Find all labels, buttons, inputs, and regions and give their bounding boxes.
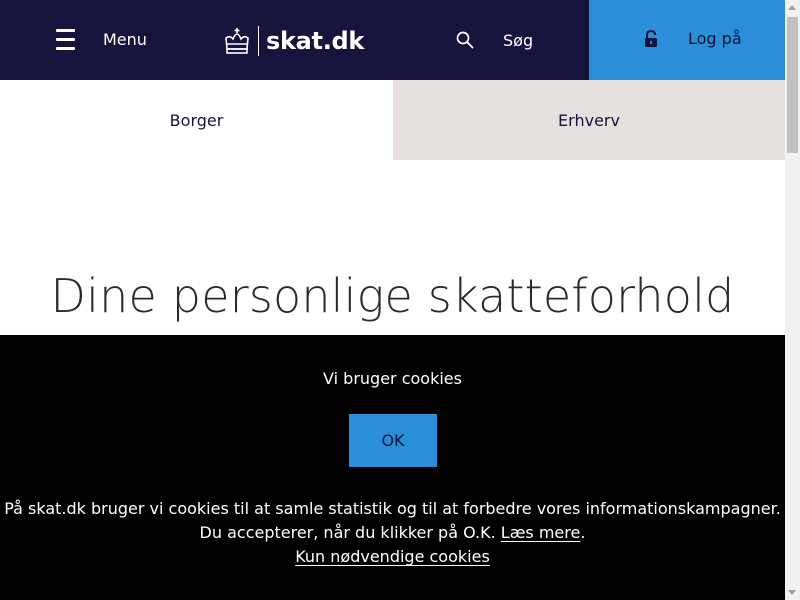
scroll-down-arrow-icon[interactable]	[788, 590, 796, 595]
search-label: Søg	[503, 30, 534, 50]
vertical-scrollbar[interactable]	[785, 0, 800, 600]
page-title: Dine personlige skatteforhold	[50, 268, 735, 323]
tab-borger-label: Borger	[169, 110, 224, 130]
crown-icon	[225, 28, 249, 54]
logo-text: skat.dk	[266, 27, 365, 55]
logo-divider	[258, 26, 259, 56]
necessary-cookies-link[interactable]: Kun nødvendige cookies	[295, 547, 490, 566]
tab-borger[interactable]: Borger	[0, 80, 393, 160]
search-button[interactable]: Søg	[456, 28, 533, 52]
cookie-text-line2-prefix: Du accepterer, når du klikker på O.K.	[199, 523, 501, 542]
site-header: Menu skat.dk Søg Log på	[0, 0, 785, 80]
lock-icon	[645, 30, 657, 47]
search-icon	[456, 31, 474, 49]
skat-logo[interactable]: skat.dk	[224, 24, 364, 58]
cookie-banner: Vi bruger cookies OK På skat.dk bruger v…	[0, 335, 785, 600]
login-button[interactable]: Log på	[589, 0, 785, 80]
cookie-title: Vi bruger cookies	[323, 369, 462, 388]
login-label: Log på	[688, 29, 742, 48]
tab-erhverv[interactable]: Erhverv	[393, 80, 785, 160]
hamburger-icon	[56, 29, 75, 51]
scroll-up-arrow-icon[interactable]	[788, 5, 796, 10]
tab-erhverv-label: Erhverv	[558, 110, 620, 130]
cookie-text-line2: Du accepterer, når du klikker på O.K. Læ…	[0, 521, 785, 545]
read-more-link[interactable]: Læs mere	[501, 523, 581, 542]
menu-button[interactable]: Menu	[56, 26, 147, 54]
page: Menu skat.dk Søg Log på Borger Erhverv D…	[0, 0, 785, 600]
cookie-text-line3: Kun nødvendige cookies	[0, 545, 785, 569]
cookie-text-line2-suffix: .	[580, 523, 586, 542]
cookie-text: På skat.dk bruger vi cookies til at saml…	[0, 497, 785, 569]
cookie-text-line1: På skat.dk bruger vi cookies til at saml…	[4, 499, 781, 518]
audience-tabs: Borger Erhverv	[0, 80, 785, 160]
scroll-thumb[interactable]	[787, 17, 798, 153]
cookie-ok-button[interactable]: OK	[349, 414, 437, 467]
menu-label: Menu	[103, 30, 147, 49]
